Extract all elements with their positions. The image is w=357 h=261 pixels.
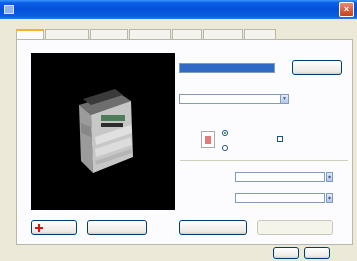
printer-preview — [31, 53, 175, 210]
close-button[interactable]: × — [339, 2, 354, 17]
portrait-radio[interactable] — [222, 130, 228, 136]
bottom-button-2[interactable] — [87, 220, 147, 235]
printer-image — [79, 89, 133, 173]
tab-panel: ▼ ◆ ◆ — [16, 39, 353, 245]
field-b-input[interactable] — [235, 193, 325, 203]
tab-4[interactable] — [172, 29, 202, 39]
tab-strip — [16, 29, 277, 40]
tab-1[interactable] — [45, 29, 89, 39]
tab-2[interactable] — [90, 29, 128, 39]
orientation-preview-icon — [201, 131, 215, 148]
chevron-down-icon: ▼ — [280, 95, 288, 103]
paper-size-select[interactable] — [179, 63, 275, 73]
close-icon: × — [343, 4, 350, 14]
tab-6[interactable] — [244, 29, 276, 39]
tab-3[interactable] — [129, 29, 171, 39]
bottom-button-4[interactable] — [257, 220, 333, 235]
rotated-checkbox[interactable] — [277, 136, 283, 142]
landscape-radio[interactable] — [222, 145, 228, 151]
bottom-button-1[interactable] — [31, 220, 77, 235]
separator — [180, 160, 348, 161]
field-a-spinner[interactable]: ◆ — [326, 172, 333, 182]
app-icon — [4, 5, 14, 14]
title-bar: × — [0, 0, 357, 19]
tab-5[interactable] — [203, 29, 243, 39]
paper-source-select[interactable]: ▼ — [179, 94, 289, 104]
top-right-button[interactable] — [292, 60, 342, 75]
add-icon — [35, 224, 43, 232]
field-b-spinner[interactable]: ◆ — [326, 193, 333, 203]
field-a-input[interactable] — [235, 172, 325, 182]
cancel-button[interactable] — [304, 247, 330, 259]
bottom-button-3[interactable] — [179, 220, 247, 235]
ok-button[interactable] — [273, 247, 299, 259]
